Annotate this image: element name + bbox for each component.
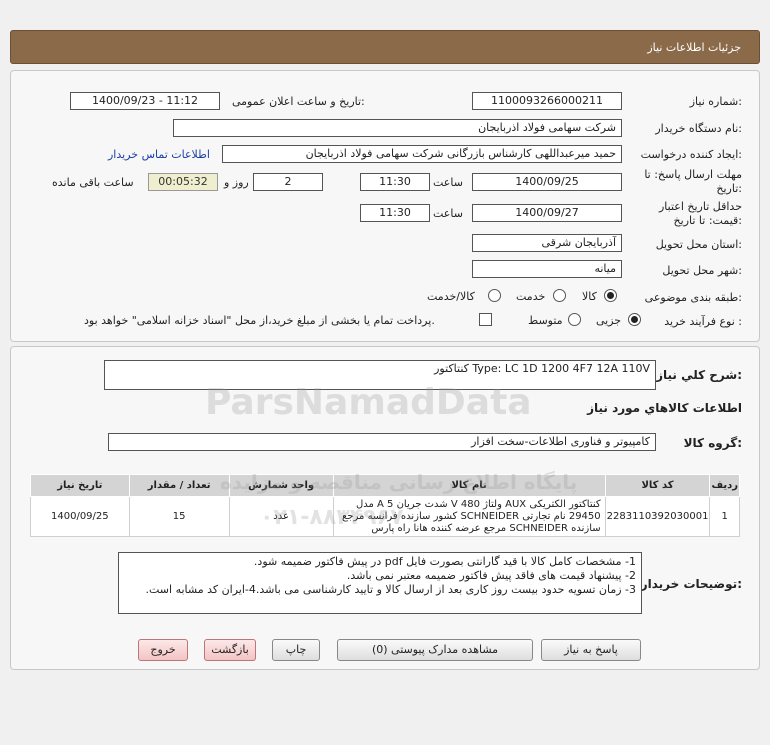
need-number-label: شماره نیاز: <box>689 95 742 108</box>
days-label: روز و <box>224 176 249 189</box>
requester-label: ایجاد کننده درخواست: <box>640 148 742 161</box>
col-header-code: کد کالا <box>604 474 711 497</box>
note-line-2: 2- پیشنهاد قیمت های فاقد پیش فاکتور ضمیم… <box>346 569 636 582</box>
remaining-time-field: 00:05:32 <box>148 173 218 191</box>
col-header-date: تاریخ نیاز <box>30 474 130 497</box>
price-validity-label: حداقل تاریخ اعتبار <box>658 200 742 213</box>
requester-field: حمید میرعبداللهی کارشناس بازرگانی شرکت س… <box>222 145 622 163</box>
reply-deadline-date: 1400/09/25 <box>472 173 622 191</box>
category-option-goods: کالا <box>582 290 597 303</box>
process-option-partial: جزیی <box>596 314 622 327</box>
purchase-process-label: نوع فرآیند خرید : <box>664 315 742 328</box>
exit-button[interactable]: خروج <box>138 639 188 661</box>
watermark-phone: ۰۲۱-۸۸۳۴۹۶۷۰ <box>260 505 417 530</box>
announce-datetime-field: 1400/09/23 - 11:12 <box>70 92 220 110</box>
category-option-goods-service: کالا/خدمت <box>427 290 475 303</box>
delivery-city-field: میانه <box>472 260 622 278</box>
cell-row: 1 <box>709 496 740 537</box>
category-radio-goods-service[interactable] <box>488 289 501 302</box>
summary-label: شرح کلي نیاز: <box>656 368 742 382</box>
category-option-service: خدمت <box>516 290 546 303</box>
cell-qty: 15 <box>128 496 230 537</box>
reply-days-field: 2 <box>253 173 323 191</box>
delivery-province-field: آذربایجان شرقی <box>472 234 622 252</box>
item-group-label: گروه کالا: <box>683 436 742 450</box>
note-line-3: 3- زمان تسویه حدود بیست روز کاری بعد از … <box>145 583 637 596</box>
watermark-subtitle: پایگاه اطلاع رسانی مناقصه و مزایده <box>220 470 578 494</box>
cell-code: 2283110392030001 <box>604 496 711 537</box>
treasury-bonds-checkbox[interactable] <box>479 313 492 326</box>
process-radio-medium[interactable] <box>568 313 581 326</box>
category-radio-service[interactable] <box>553 289 566 302</box>
page-header: جزئیات اطلاعات نیاز <box>10 30 760 64</box>
announce-datetime-label: تاریخ و ساعت اعلان عمومی: <box>232 95 365 108</box>
price-time-label: ساعت <box>433 207 463 220</box>
buyer-org-field: شرکت سهامی فولاد اذربایجان <box>173 119 622 137</box>
process-radio-partial[interactable] <box>628 313 641 326</box>
col-header-qty: تعداد / مقدار <box>128 474 230 497</box>
delivery-province-label: استان محل تحویل: <box>655 238 742 251</box>
category-label: طبقه بندی موضوعی: <box>644 291 742 304</box>
price-validity-label-2: قیمت: تا تاریخ: <box>673 214 742 227</box>
need-number-field: 1100093266000211 <box>472 92 622 110</box>
reply-deadline-label-2: تاریخ: <box>716 182 742 195</box>
page-title: جزئیات اطلاعات نیاز <box>647 41 741 54</box>
category-radio-goods[interactable] <box>604 289 617 302</box>
cell-date: 1400/09/25 <box>30 496 130 537</box>
view-attachments-button[interactable]: مشاهده مدارک پیوستی (0) <box>337 639 533 661</box>
note-line-1: 1- مشخصات کامل کالا با قید گارانتی بصورت… <box>253 555 636 568</box>
price-validity-date: 1400/09/27 <box>472 204 622 222</box>
delivery-city-label: شهر محل تحویل: <box>662 264 742 277</box>
item-group-field: کامپیوتر و فناوری اطلاعات-سخت افزار <box>108 433 656 451</box>
buyer-notes-label: توضیحات خریدار: <box>640 577 742 591</box>
back-button[interactable]: بازگشت <box>204 639 256 661</box>
print-button[interactable]: چاپ <box>272 639 320 661</box>
treasury-bonds-text: پرداخت تمام یا بخشی از مبلغ خرید،از محل … <box>84 314 435 327</box>
reply-button[interactable]: پاسخ به نیاز <box>541 639 641 661</box>
process-option-medium: متوسط <box>528 314 563 327</box>
remaining-label: ساعت باقی مانده <box>52 176 134 189</box>
reply-deadline-label: مهلت ارسال پاسخ: تا <box>644 168 742 181</box>
col-header-row: ردیف <box>709 474 740 497</box>
reply-time-label: ساعت <box>433 176 463 189</box>
watermark-brand: ParsNamadData <box>205 382 532 423</box>
items-title: اطلاعات کالاهاي مورد نیاز <box>587 401 742 415</box>
buyer-org-label: نام دستگاه خریدار: <box>655 122 742 135</box>
buyer-contact-link[interactable]: اطلاعات تماس خریدار <box>108 148 210 161</box>
reply-deadline-time: 11:30 <box>360 173 430 191</box>
price-validity-time: 11:30 <box>360 204 430 222</box>
buyer-notes-field: 1- مشخصات کامل کالا با قید گارانتی بصورت… <box>118 552 642 614</box>
